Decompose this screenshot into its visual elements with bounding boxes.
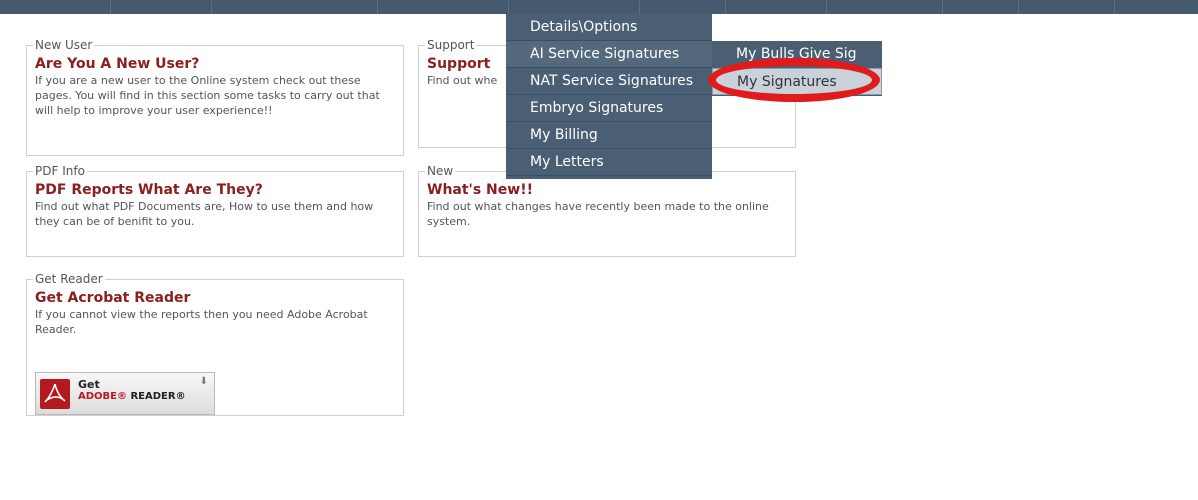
panel-legend: New xyxy=(427,164,454,178)
nav-segment[interactable] xyxy=(509,0,640,14)
nav-segment[interactable] xyxy=(378,0,509,14)
adobe-logo-icon xyxy=(40,379,70,409)
panel-legend: New User xyxy=(35,38,93,52)
nav-segment[interactable] xyxy=(726,0,827,14)
panel-description: If you cannot view the reports then you … xyxy=(35,308,368,336)
submenu: My Bulls Give Sig My Signatures xyxy=(712,41,882,96)
get-acrobat-link[interactable]: Get Acrobat Reader xyxy=(35,290,397,306)
nav-segment[interactable] xyxy=(943,0,1019,14)
nav-segment[interactable] xyxy=(212,0,378,14)
menu-item-my-billing[interactable]: My Billing xyxy=(506,122,712,149)
submenu-item-my-signatures[interactable]: My Signatures xyxy=(712,68,882,95)
new-user-panel: New User Are You A New User? If you are … xyxy=(26,38,404,156)
pdf-reports-link[interactable]: PDF Reports What Are They? xyxy=(35,182,397,198)
panel-legend: Get Reader xyxy=(35,272,103,286)
dropdown-menu: Details\Options AI Service Signatures NA… xyxy=(506,14,712,179)
get-adobe-reader-button[interactable]: Get ADOBE® READER® ⬇ xyxy=(35,372,215,415)
menu-item-ai-service-signatures[interactable]: AI Service Signatures xyxy=(506,41,712,68)
menu-item-nat-service-signatures[interactable]: NAT Service Signatures xyxy=(506,68,712,95)
panel-legend: PDF Info xyxy=(35,164,85,178)
top-navigation-bar xyxy=(0,0,1198,14)
nav-segment[interactable] xyxy=(111,0,212,14)
nav-segment[interactable] xyxy=(1019,0,1115,14)
panel-legend: Support xyxy=(427,38,475,52)
adobe-brand-label: ADOBE® xyxy=(78,391,127,402)
download-arrow-icon: ⬇ xyxy=(199,376,208,387)
nav-segment[interactable] xyxy=(827,0,943,14)
pdf-info-panel: PDF Info PDF Reports What Are They? Find… xyxy=(26,164,404,257)
menu-item-embryo-signatures[interactable]: Embryo Signatures xyxy=(506,95,712,122)
submenu-item-my-bulls-give-sig[interactable]: My Bulls Give Sig xyxy=(712,41,882,68)
whats-new-link[interactable]: What's New!! xyxy=(427,182,789,198)
adobe-product-label: READER® xyxy=(130,391,186,402)
adobe-reader-label: ADOBE® READER® xyxy=(78,391,186,402)
new-user-link[interactable]: Are You A New User? xyxy=(35,56,397,72)
menu-item-details-options[interactable]: Details\Options xyxy=(506,14,712,41)
panel-description: Find out what changes have recently been… xyxy=(427,200,769,228)
nav-segment[interactable] xyxy=(0,0,111,14)
panel-description: If you are a new user to the Online syst… xyxy=(35,74,380,117)
adobe-get-label: Get xyxy=(78,378,100,391)
panel-description: Find out what PDF Documents are, How to … xyxy=(35,200,374,228)
get-reader-panel: Get Reader Get Acrobat Reader If you can… xyxy=(26,272,404,416)
nav-segment[interactable] xyxy=(640,0,726,14)
menu-item-my-letters[interactable]: My Letters xyxy=(506,149,712,176)
